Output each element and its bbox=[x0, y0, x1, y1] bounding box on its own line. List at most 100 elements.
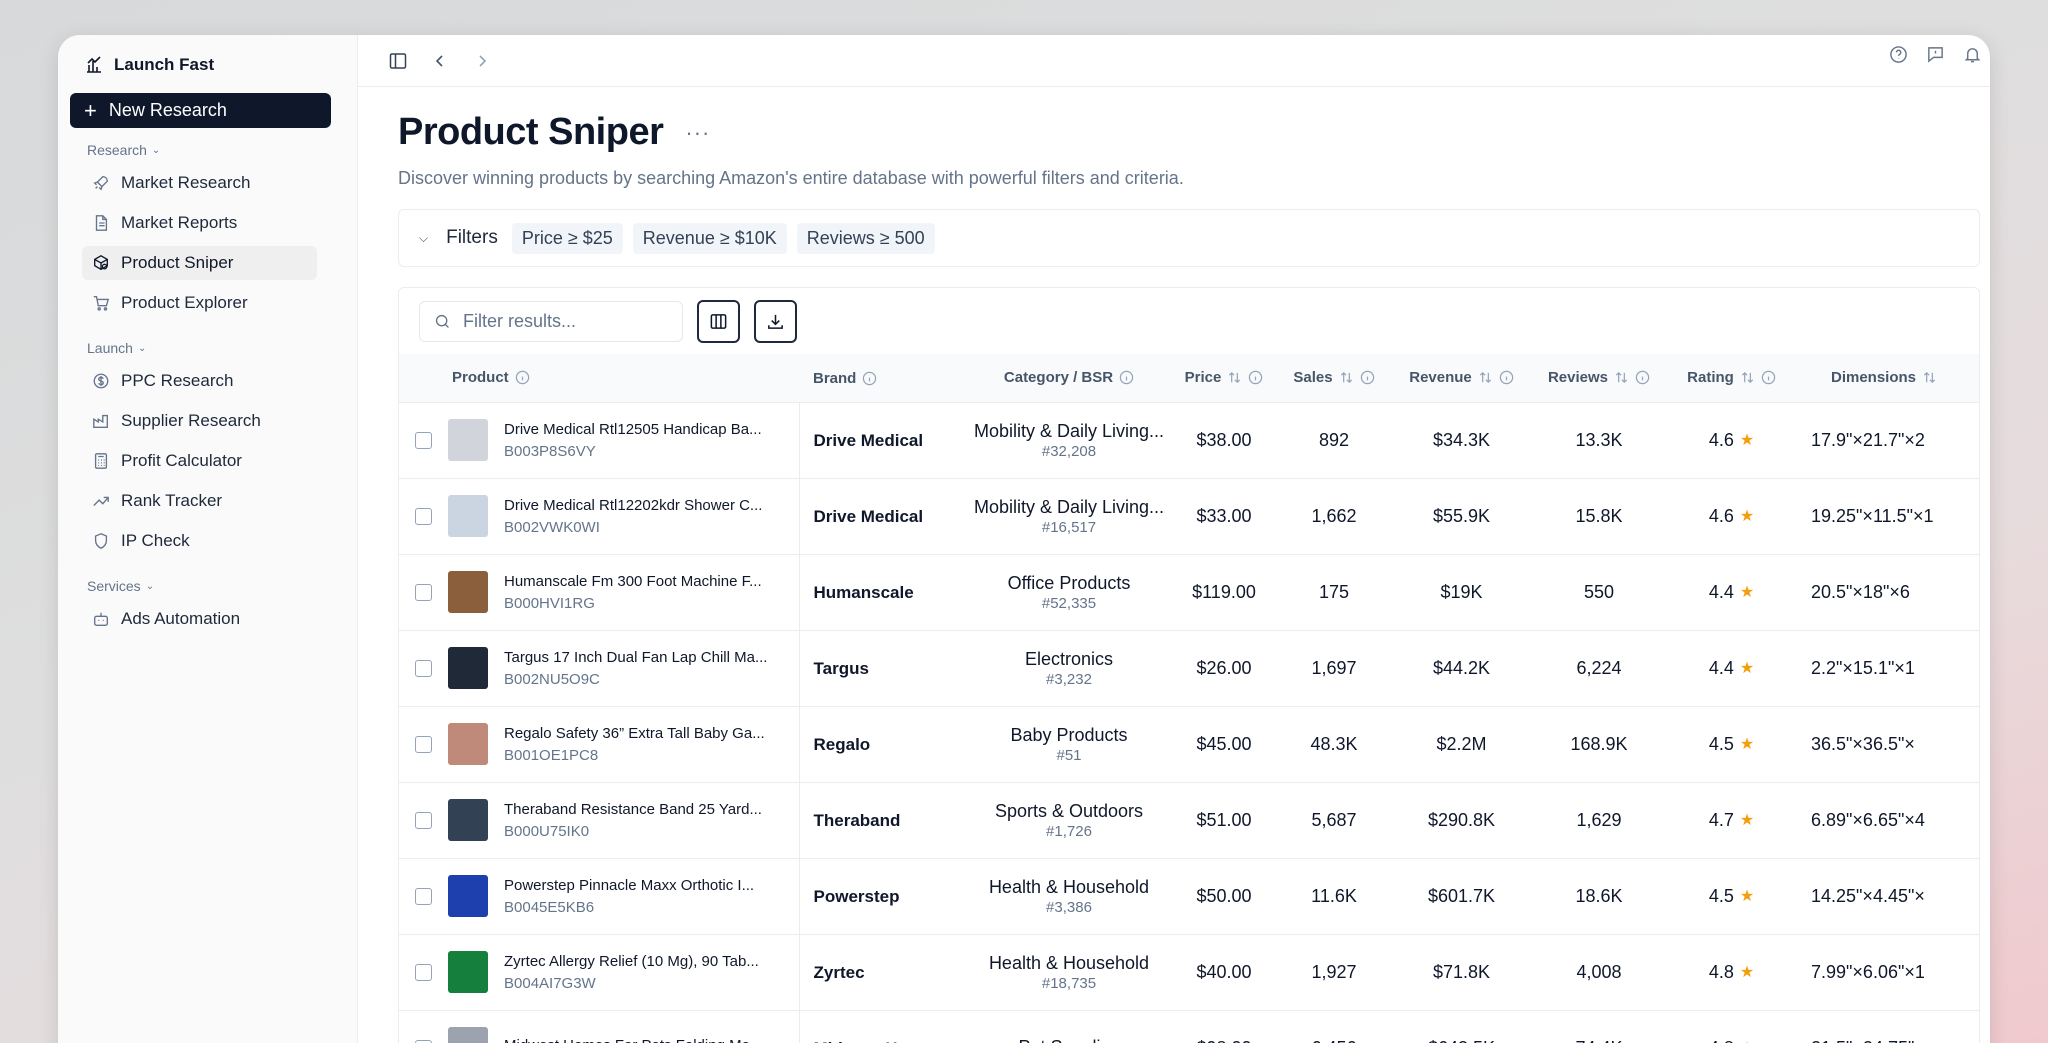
sidebar-item-product-explorer[interactable]: Product Explorer bbox=[82, 286, 317, 320]
sidebar-item-ip-check[interactable]: IP Check bbox=[82, 524, 317, 558]
product-thumbnail bbox=[448, 571, 488, 613]
section-launch[interactable]: Launch ⌄ bbox=[70, 338, 345, 358]
price-cell: $98.00 bbox=[1169, 1009, 1279, 1043]
table-row[interactable]: Regalo Safety 36” Extra Tall Baby Ga... B… bbox=[399, 705, 1979, 782]
filter-chip-price[interactable]: Price ≥ $25 bbox=[511, 222, 623, 254]
sort-icon[interactable] bbox=[1922, 370, 1937, 385]
col-reviews[interactable]: Reviews bbox=[1534, 354, 1664, 402]
row-checkbox[interactable] bbox=[415, 583, 432, 601]
reviews-cell: 13.3K bbox=[1534, 401, 1664, 478]
row-checkbox[interactable] bbox=[415, 431, 432, 449]
reviews-cell: 4,008 bbox=[1534, 933, 1664, 1010]
download-button[interactable] bbox=[754, 299, 797, 343]
col-dimensions[interactable]: Dimensions bbox=[1799, 354, 1979, 402]
reviews-cell: 74.4K bbox=[1534, 1009, 1664, 1043]
row-checkbox[interactable] bbox=[415, 507, 432, 525]
columns-button[interactable] bbox=[697, 299, 740, 343]
filter-results-input[interactable]: Filter results... bbox=[419, 300, 683, 342]
row-checkbox[interactable] bbox=[415, 735, 432, 753]
revenue-cell: $55.9K bbox=[1389, 477, 1534, 554]
filter-chip-revenue[interactable]: Revenue ≥ $10K bbox=[632, 222, 787, 254]
col-product[interactable]: Product bbox=[399, 354, 799, 402]
sidebar-item-product-sniper[interactable]: Product Sniper bbox=[82, 246, 317, 280]
row-checkbox[interactable] bbox=[415, 811, 432, 829]
document-icon bbox=[95, 215, 108, 231]
category-cell: Health & Household #3,386 bbox=[969, 857, 1169, 934]
category-name: Mobility & Daily Living... bbox=[973, 420, 1165, 441]
col-rating[interactable]: Rating bbox=[1664, 354, 1799, 402]
cart-icon bbox=[93, 296, 110, 311]
product-name[interactable]: Targus 17 Inch Dual Fan Lap Chill Ma... bbox=[504, 649, 784, 666]
chevron-right-icon[interactable] bbox=[472, 51, 492, 71]
product-name[interactable]: Humanscale Fm 300 Foot Machine F... bbox=[504, 573, 784, 590]
factory-icon bbox=[93, 414, 108, 428]
product-name[interactable]: Powerstep Pinnacle Maxx Orthotic I... bbox=[504, 877, 784, 894]
table-row[interactable]: Drive Medical Rtl12505 Handicap Ba... B00… bbox=[399, 401, 1979, 478]
help-circle-icon[interactable] bbox=[1889, 45, 1908, 64]
row-checkbox[interactable] bbox=[415, 963, 432, 981]
product-name[interactable]: Midwest Homes For Pets Folding Me... bbox=[504, 1037, 784, 1043]
col-category[interactable]: Category / BSR bbox=[969, 354, 1169, 402]
sidebar-item-profit-calculator[interactable]: Profit Calculator bbox=[82, 444, 317, 478]
sidebar-toggle-icon[interactable] bbox=[388, 51, 408, 71]
section-services[interactable]: Services ⌄ bbox=[70, 576, 345, 596]
sidebar-item-ads-automation[interactable]: Ads Automation bbox=[82, 602, 317, 636]
sort-icon[interactable] bbox=[1227, 370, 1242, 385]
table-toolbar: Filter results... bbox=[399, 288, 1979, 354]
table-row[interactable]: Humanscale Fm 300 Foot Machine F... B000H… bbox=[399, 553, 1979, 630]
info-icon bbox=[1499, 371, 1513, 385]
results-table: Product Brand Category / BSR Price Sales… bbox=[399, 354, 1979, 1043]
product-asin: B002NU5O9C bbox=[504, 670, 600, 688]
feedback-icon[interactable] bbox=[1926, 45, 1945, 64]
bsr-rank: #32,208 bbox=[1041, 442, 1097, 460]
product-name[interactable]: Drive Medical Rtl12505 Handicap Ba... bbox=[504, 421, 784, 438]
product-name[interactable]: Theraband Resistance Band 25 Yard... bbox=[504, 801, 784, 818]
section-research[interactable]: Research ⌄ bbox=[70, 140, 345, 160]
sidebar-item-market-reports[interactable]: Market Reports bbox=[82, 206, 317, 240]
sales-cell: 892 bbox=[1279, 401, 1389, 478]
chevron-left-icon[interactable] bbox=[430, 51, 450, 71]
table-row[interactable]: Drive Medical Rtl12202kdr Shower C... B00… bbox=[399, 477, 1979, 554]
sort-icon[interactable] bbox=[1478, 370, 1493, 385]
sidebar-item-rank-tracker[interactable]: Rank Tracker bbox=[82, 484, 317, 518]
dimensions-cell: 14.25"×4.45"× bbox=[1799, 857, 1979, 934]
sidebar-item-ppc-research[interactable]: PPC Research bbox=[82, 364, 317, 398]
sort-icon[interactable] bbox=[1339, 370, 1354, 385]
table-row[interactable]: Theraband Resistance Band 25 Yard... B000… bbox=[399, 781, 1979, 858]
sidebar-item-market-research[interactable]: Market Research bbox=[82, 166, 317, 200]
table-row[interactable]: Powerstep Pinnacle Maxx Orthotic I... B00… bbox=[399, 857, 1979, 934]
sort-icon[interactable] bbox=[1614, 370, 1629, 385]
brand-cell: Zyrtec bbox=[799, 934, 969, 1010]
product-name[interactable]: Drive Medical Rtl12202kdr Shower C... bbox=[504, 497, 784, 514]
sales-cell: 175 bbox=[1279, 553, 1389, 630]
product-name[interactable]: Zyrtec Allergy Relief (10 Mg), 90 Tab... bbox=[504, 953, 784, 970]
sort-icon[interactable] bbox=[1740, 370, 1755, 385]
brand-cell: Regalo bbox=[799, 706, 969, 782]
table-row[interactable]: Midwest Homes For Pets Folding Me... Midw… bbox=[399, 1009, 1979, 1043]
col-price[interactable]: Price bbox=[1169, 354, 1279, 402]
chevron-down-icon[interactable]: ⌵ bbox=[419, 231, 428, 246]
new-research-button[interactable]: + New Research bbox=[70, 93, 331, 128]
row-checkbox[interactable] bbox=[415, 887, 432, 905]
col-brand[interactable]: Brand bbox=[799, 354, 969, 402]
more-options-icon[interactable]: ··· bbox=[685, 120, 710, 146]
price-cell: $38.00 bbox=[1169, 401, 1279, 478]
info-icon bbox=[1635, 371, 1650, 385]
table-row[interactable]: Zyrtec Allergy Relief (10 Mg), 90 Tab...… bbox=[399, 933, 1979, 1010]
bell-icon[interactable] bbox=[1963, 45, 1982, 64]
filter-chip-reviews[interactable]: Reviews ≥ 500 bbox=[796, 222, 935, 254]
filters-label[interactable]: Filters bbox=[446, 227, 498, 249]
table-body: Drive Medical Rtl12505 Handicap Ba... B00… bbox=[399, 401, 1979, 1043]
col-revenue[interactable]: Revenue bbox=[1389, 354, 1534, 402]
app-brand[interactable]: Launch Fast bbox=[70, 47, 345, 83]
product-cell: Theraband Resistance Band 25 Yard... B000… bbox=[399, 781, 800, 858]
product-asin: B0045E5KB6 bbox=[504, 898, 595, 916]
table-row[interactable]: Targus 17 Inch Dual Fan Lap Chill Ma... B… bbox=[399, 629, 1979, 706]
row-checkbox[interactable] bbox=[415, 659, 432, 677]
bsr-rank: #3,386 bbox=[1046, 898, 1092, 916]
sidebar-item-supplier-research[interactable]: Supplier Research bbox=[82, 404, 317, 438]
product-name[interactable]: Regalo Safety 36” Extra Tall Baby Ga... bbox=[504, 725, 784, 742]
robot-icon bbox=[94, 612, 108, 626]
col-sales[interactable]: Sales bbox=[1279, 354, 1389, 402]
column-label: Brand bbox=[813, 369, 857, 387]
